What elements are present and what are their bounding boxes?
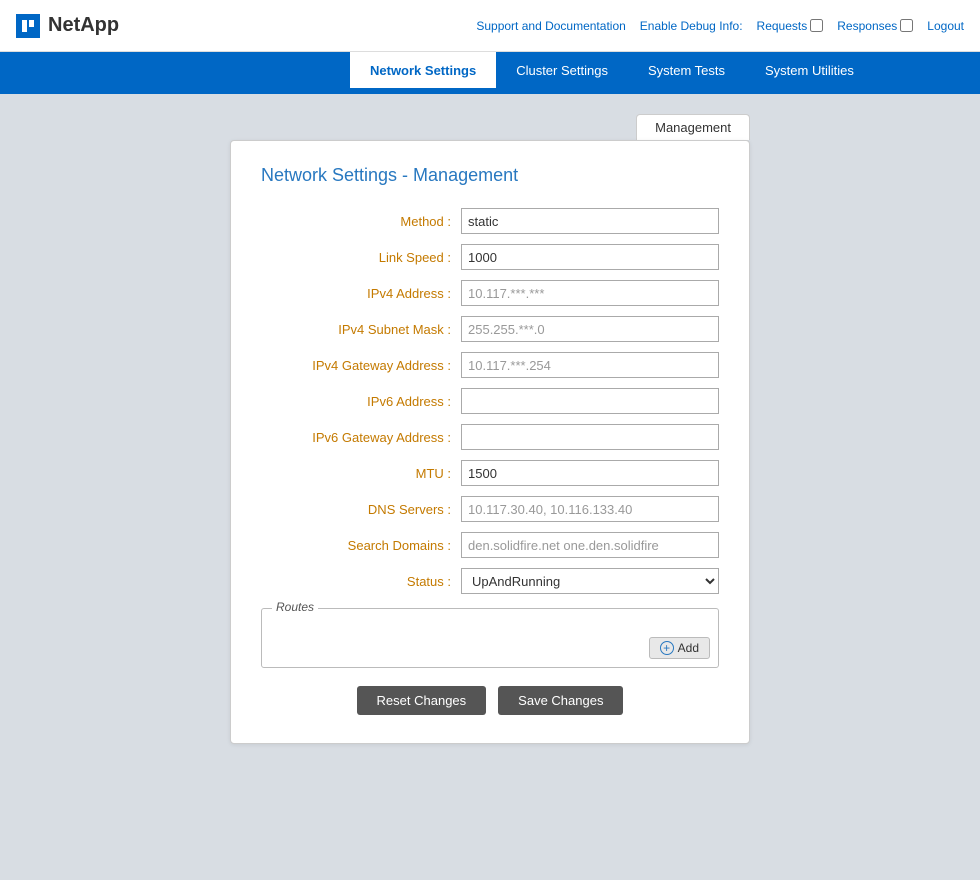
card-tab-row: Management: [230, 114, 750, 140]
top-bar: NetApp Support and Documentation Enable …: [0, 0, 980, 52]
ipv6-gateway-label: IPv6 Gateway Address :: [261, 430, 461, 445]
dns-servers-label: DNS Servers :: [261, 502, 461, 517]
status-select[interactable]: UpAndRunning Down Maintenance: [461, 568, 719, 594]
management-tab[interactable]: Management: [636, 114, 750, 140]
tab-cluster-settings[interactable]: Cluster Settings: [496, 52, 628, 88]
requests-label: Requests: [757, 19, 808, 33]
page-content: Management Network Settings - Management…: [0, 94, 980, 774]
method-row: Method :: [261, 208, 719, 234]
responses-checkbox[interactable]: [900, 19, 913, 32]
mtu-input[interactable]: [461, 460, 719, 486]
dns-servers-row: DNS Servers :: [261, 496, 719, 522]
save-changes-button[interactable]: Save Changes: [498, 686, 623, 715]
ipv4-subnet-input[interactable]: [461, 316, 719, 342]
tab-network-settings[interactable]: Network Settings: [350, 52, 496, 88]
nav-bar: Network Settings Cluster Settings System…: [0, 52, 980, 88]
tab-system-utilities[interactable]: System Utilities: [745, 52, 874, 88]
requests-checkbox-label[interactable]: Requests: [757, 19, 824, 33]
search-domains-row: Search Domains :: [261, 532, 719, 558]
top-links: Support and Documentation Enable Debug I…: [476, 19, 964, 33]
network-settings-card: Network Settings - Management Method : L…: [230, 140, 750, 744]
status-label: Status :: [261, 574, 461, 589]
reset-changes-button[interactable]: Reset Changes: [357, 686, 487, 715]
method-label: Method :: [261, 214, 461, 229]
ipv4-address-label: IPv4 Address :: [261, 286, 461, 301]
requests-checkbox[interactable]: [810, 19, 823, 32]
status-row: Status : UpAndRunning Down Maintenance: [261, 568, 719, 594]
mtu-label: MTU :: [261, 466, 461, 481]
dns-servers-input[interactable]: [461, 496, 719, 522]
ipv4-gateway-row: IPv4 Gateway Address :: [261, 352, 719, 378]
card-title: Network Settings - Management: [261, 165, 719, 186]
ipv4-subnet-row: IPv4 Subnet Mask :: [261, 316, 719, 342]
netapp-logo-icon: [16, 14, 40, 38]
ipv4-address-row: IPv4 Address :: [261, 280, 719, 306]
routes-legend: Routes: [272, 600, 318, 614]
ipv4-subnet-label: IPv4 Subnet Mask :: [261, 322, 461, 337]
ipv4-gateway-input[interactable]: [461, 352, 719, 378]
routes-section: Routes + Add: [261, 608, 719, 668]
link-speed-input[interactable]: [461, 244, 719, 270]
ipv6-address-input[interactable]: [461, 388, 719, 414]
mtu-row: MTU :: [261, 460, 719, 486]
add-circle-icon: +: [660, 641, 674, 655]
ipv6-address-label: IPv6 Address :: [261, 394, 461, 409]
ipv6-gateway-input[interactable]: [461, 424, 719, 450]
ipv4-gateway-label: IPv4 Gateway Address :: [261, 358, 461, 373]
logo-text: NetApp: [48, 14, 119, 37]
ipv4-address-input[interactable]: [461, 280, 719, 306]
method-input[interactable]: [461, 208, 719, 234]
logout-link[interactable]: Logout: [927, 19, 964, 33]
responses-checkbox-label[interactable]: Responses: [837, 19, 913, 33]
tab-system-tests[interactable]: System Tests: [628, 52, 745, 88]
ipv6-address-row: IPv6 Address :: [261, 388, 719, 414]
routes-box: Routes + Add: [261, 608, 719, 668]
add-button-label: Add: [678, 641, 699, 655]
support-link[interactable]: Support and Documentation: [476, 19, 625, 33]
ipv6-gateway-row: IPv6 Gateway Address :: [261, 424, 719, 450]
add-route-button[interactable]: + Add: [649, 637, 710, 659]
search-domains-input[interactable]: [461, 532, 719, 558]
logo-area: NetApp: [16, 14, 119, 38]
debug-label: Enable Debug Info:: [640, 19, 743, 33]
action-row: Reset Changes Save Changes: [261, 686, 719, 715]
responses-label: Responses: [837, 19, 897, 33]
link-speed-row: Link Speed :: [261, 244, 719, 270]
search-domains-label: Search Domains :: [261, 538, 461, 553]
link-speed-label: Link Speed :: [261, 250, 461, 265]
